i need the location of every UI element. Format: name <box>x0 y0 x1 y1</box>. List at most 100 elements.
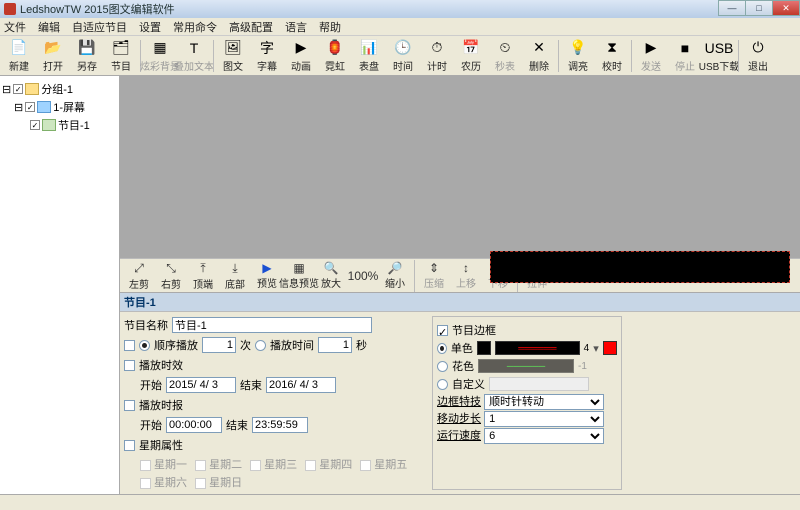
tb-label: 霓虹 <box>325 58 345 73</box>
start-date-input[interactable] <box>166 377 236 393</box>
program-name-input[interactable] <box>172 317 372 333</box>
separator <box>213 40 214 72</box>
pt-item-2[interactable]: ⤒顶端 <box>188 261 218 291</box>
menu-6[interactable]: 语言 <box>285 19 307 35</box>
menu-4[interactable]: 常用命令 <box>173 19 217 35</box>
close-button[interactable]: ✕ <box>772 0 800 16</box>
pt-label: 顶端 <box>193 276 213 291</box>
pt-item-7[interactable]: 100% <box>348 269 378 283</box>
tb-item-8[interactable]: 🖼图文 <box>216 37 250 75</box>
menu-5[interactable]: 高级配置 <box>229 19 273 35</box>
tb-item-26[interactable]: ⏻退出 <box>741 37 775 75</box>
pt-item-0[interactable]: ⤢左剪 <box>124 261 154 291</box>
play-effect-check[interactable] <box>124 360 135 371</box>
panel-caption: 节目-1 <box>120 292 800 311</box>
tree-group[interactable]: ⊟✓ 分组-1 <box>2 80 117 98</box>
tree-program[interactable]: ✓ 节目-1 <box>2 116 117 134</box>
tb-icon: 🏮 <box>325 39 345 57</box>
led-display-preview[interactable] <box>490 251 790 283</box>
week-attr-check[interactable] <box>124 440 135 451</box>
tb-label: 打开 <box>43 58 63 73</box>
tb-item-1[interactable]: 📂打开 <box>36 37 70 75</box>
border-color-picker[interactable] <box>603 341 617 355</box>
window-title: LedshowTW 2015图文编辑软件 <box>20 1 796 17</box>
tb-icon: ▶ <box>291 39 311 57</box>
border-swatch1[interactable] <box>477 341 491 355</box>
tb-icon: 🗂 <box>111 39 131 57</box>
pt-icon: 🔍 <box>324 261 339 275</box>
border-move-select[interactable]: 顺时针转动 <box>484 394 604 410</box>
pt-item-4[interactable]: ▶预览 <box>252 261 282 290</box>
tb-label: 停止 <box>675 58 695 73</box>
tb-label: 秒表 <box>495 58 515 73</box>
tb-item-19[interactable]: 💡调亮 <box>561 37 595 75</box>
tb-item-9[interactable]: 字字幕 <box>250 37 284 75</box>
order-play-radio[interactable] <box>139 340 150 351</box>
tb-item-20[interactable]: ⧗校时 <box>595 37 629 75</box>
tb-item-14[interactable]: ⏱计时 <box>420 37 454 75</box>
menu-1[interactable]: 编辑 <box>38 19 60 35</box>
border-single-radio[interactable] <box>437 343 447 354</box>
tb-label: 农历 <box>461 58 481 73</box>
pt-item-6[interactable]: 🔍放大 <box>316 261 346 290</box>
pt-item-5[interactable]: ▦信息预览 <box>284 261 314 290</box>
tb-item-12[interactable]: 📊表盘 <box>352 37 386 75</box>
pt-label: 右剪 <box>161 276 181 291</box>
pt-item-11: ↕上移 <box>451 261 481 290</box>
pt-item-10: ⇕压缩 <box>419 261 449 290</box>
order-count-spin[interactable] <box>202 337 236 353</box>
tb-item-11[interactable]: 🏮霓虹 <box>318 37 352 75</box>
pt-item-3[interactable]: ⤓底部 <box>220 261 250 291</box>
minimize-button[interactable]: — <box>718 0 746 16</box>
tb-label: 另存 <box>77 58 97 73</box>
tb-icon: ⏲ <box>495 39 515 57</box>
maximize-button[interactable]: □ <box>745 0 773 16</box>
pt-label: 左剪 <box>129 276 149 291</box>
tb-icon: 📅 <box>461 39 481 57</box>
pt-icon: ⇕ <box>429 261 439 275</box>
end-time-input[interactable] <box>252 417 308 433</box>
menu-7[interactable]: 帮助 <box>319 19 341 35</box>
border-custom-radio[interactable] <box>437 379 448 390</box>
pt-item-1[interactable]: ⤡右剪 <box>156 261 186 291</box>
tb-icon: 🖼 <box>223 39 243 57</box>
border-pattern-select[interactable] <box>495 341 579 355</box>
pt-icon: ⤒ <box>200 261 205 276</box>
border-step-select[interactable]: 1 <box>484 411 604 427</box>
tb-item-24[interactable]: USBUSB下载 <box>702 37 736 75</box>
end-date-input[interactable] <box>266 377 336 393</box>
tb-item-0[interactable]: 📄新建 <box>2 37 36 75</box>
tree-screen[interactable]: ⊟✓ 1-屏幕 <box>2 98 117 116</box>
tb-icon: ▦ <box>150 39 170 57</box>
pt-label: 缩小 <box>385 275 405 290</box>
play-time-spin[interactable] <box>318 337 352 353</box>
pt-icon: ⤢ <box>134 261 144 276</box>
weekday-5: 星期六 <box>140 474 187 490</box>
tb-label: 新建 <box>9 58 29 73</box>
menu-0[interactable]: 文件 <box>4 19 26 35</box>
menu-3[interactable]: 设置 <box>139 19 161 35</box>
tb-icon: ▶ <box>641 39 661 57</box>
pt-label: 预览 <box>257 275 277 290</box>
play-time-radio[interactable] <box>255 340 266 351</box>
tb-item-2[interactable]: 💾另存 <box>70 37 104 75</box>
weekday-2: 星期三 <box>250 456 297 472</box>
order-play-check[interactable] <box>124 340 135 351</box>
play-report-check[interactable] <box>124 400 135 411</box>
tb-icon: T <box>184 39 204 57</box>
menu-2[interactable]: 自适应节目 <box>72 19 127 35</box>
border-multi-radio[interactable] <box>437 361 448 372</box>
start-time-input[interactable] <box>166 417 222 433</box>
tb-icon: 📄 <box>9 39 29 57</box>
tb-item-17[interactable]: ✕删除 <box>522 37 556 75</box>
tb-item-13[interactable]: 🕒时间 <box>386 37 420 75</box>
border-speed-select[interactable]: 6 <box>484 428 604 444</box>
tb-item-3[interactable]: 🗂节目 <box>104 37 138 75</box>
pt-item-8[interactable]: 🔎缩小 <box>380 261 410 290</box>
tb-item-10[interactable]: ▶动画 <box>284 37 318 75</box>
pt-icon: ⤡ <box>166 261 176 276</box>
separator <box>558 40 559 72</box>
tb-item-23: ■停止 <box>668 37 702 75</box>
tb-item-15[interactable]: 📅农历 <box>454 37 488 75</box>
border-enable-check[interactable]: ✓ <box>437 325 448 336</box>
